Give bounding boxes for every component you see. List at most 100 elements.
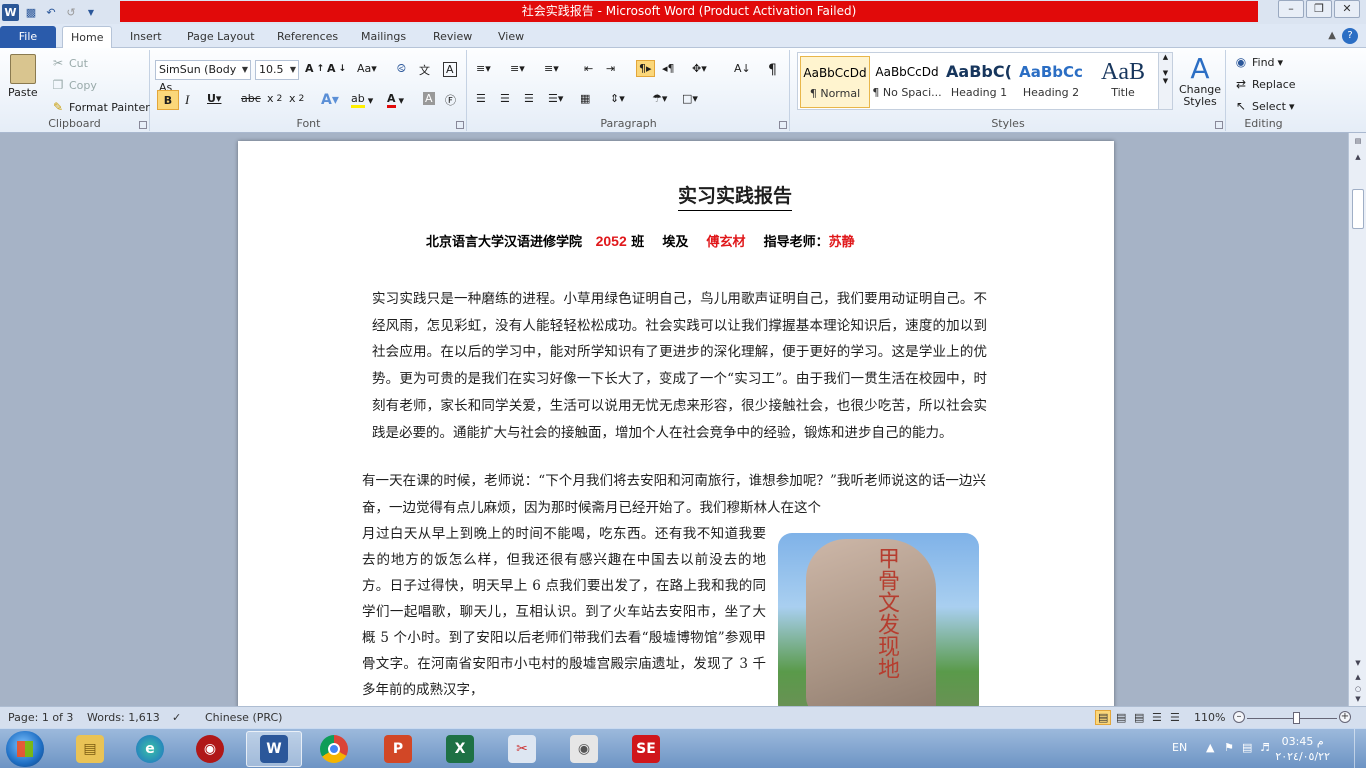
- start-button[interactable]: [6, 731, 44, 767]
- clock[interactable]: 03:45 م ٢٠٢٤/٠٥/٢٢: [1275, 734, 1330, 764]
- document-page[interactable]: 实习实践报告 北京语言大学汉语进修学院 2052 班 埃及 傅玄材 指导老师：苏…: [238, 141, 1114, 706]
- borders-icon[interactable]: □▾: [682, 92, 698, 105]
- ltr-direction-icon[interactable]: ¶▸: [636, 60, 655, 77]
- tab-references[interactable]: References: [269, 26, 346, 48]
- style-heading-2[interactable]: AaBbCc Heading 2: [1016, 56, 1086, 108]
- bold-button[interactable]: B: [157, 90, 179, 110]
- taskbar-chrome[interactable]: [306, 731, 362, 767]
- print-layout-view-icon[interactable]: ▤: [1095, 710, 1112, 725]
- zoom-out-icon[interactable]: –: [1233, 711, 1245, 723]
- decrease-indent-icon[interactable]: ⇤: [584, 62, 593, 75]
- increase-indent-icon[interactable]: ⇥: [606, 62, 615, 75]
- clear-format-icon[interactable]: ⧀: [397, 62, 406, 76]
- numbering-icon[interactable]: ≡▾: [510, 62, 525, 75]
- sort-icon[interactable]: A↓: [734, 62, 751, 75]
- taskbar-excel[interactable]: X: [432, 731, 488, 767]
- volume-icon[interactable]: ♬: [1260, 741, 1270, 754]
- rtl-direction-icon[interactable]: ◂¶: [662, 62, 675, 75]
- clipboard-launcher-icon[interactable]: [139, 121, 147, 129]
- change-styles-button[interactable]: A Change Styles: [1178, 54, 1222, 108]
- superscript-button[interactable]: x2: [289, 92, 304, 105]
- word-logo-icon[interactable]: W: [2, 3, 19, 21]
- styles-scroll[interactable]: ▲ ▼ ▼: [1158, 53, 1172, 109]
- taskbar-app-eye[interactable]: ◉: [182, 731, 238, 767]
- close-button[interactable]: ✕: [1334, 0, 1360, 18]
- font-color-icon[interactable]: A ▾: [387, 92, 404, 108]
- character-border-icon[interactable]: A: [443, 62, 457, 77]
- replace-button[interactable]: ⇄ Replace: [1233, 76, 1296, 92]
- next-page-icon[interactable]: ▼: [1352, 695, 1364, 705]
- font-name-select[interactable]: SimSun (Body As ▼: [155, 60, 251, 94]
- undo-icon[interactable]: ↶: [43, 4, 59, 20]
- align-left-icon[interactable]: ☰: [476, 92, 486, 105]
- underline-button[interactable]: U▾: [207, 92, 221, 105]
- paste-button[interactable]: Paste: [8, 54, 38, 99]
- proofing-icon[interactable]: ✓: [172, 711, 181, 724]
- tab-page-layout[interactable]: Page Layout: [179, 26, 263, 48]
- tab-mailings[interactable]: Mailings: [353, 26, 414, 48]
- redo-icon[interactable]: ↺: [63, 4, 79, 20]
- network-icon[interactable]: ▤: [1242, 741, 1252, 754]
- show-desktop-button[interactable]: [1354, 729, 1366, 768]
- browse-object-icon[interactable]: ○: [1352, 685, 1364, 695]
- highlight-icon[interactable]: ab ▾: [351, 92, 373, 108]
- taskbar-word[interactable]: W: [246, 731, 302, 767]
- text-effects-icon[interactable]: A▾: [321, 92, 339, 108]
- copy-button[interactable]: ❐ Copy: [50, 77, 97, 93]
- scroll-up-icon[interactable]: ▲: [1352, 153, 1364, 163]
- taskbar-edge[interactable]: e: [122, 731, 178, 767]
- minimize-button[interactable]: –: [1278, 0, 1304, 18]
- tab-view[interactable]: View: [490, 26, 532, 48]
- subscript-button[interactable]: x2: [267, 92, 282, 105]
- input-language[interactable]: EN: [1172, 741, 1187, 754]
- select-button[interactable]: ↖ Select ▾: [1233, 98, 1295, 114]
- vertical-scrollbar[interactable]: ▤ ▲ ▼ ▲ ○ ▼: [1348, 133, 1366, 706]
- paragraph-launcher-icon[interactable]: [779, 121, 787, 129]
- strikethrough-button[interactable]: abc: [241, 92, 261, 105]
- page-count[interactable]: Page: 1 of 3: [8, 711, 73, 724]
- help-icon[interactable]: ?: [1342, 28, 1358, 44]
- scroll-thumb[interactable]: [1352, 189, 1364, 229]
- taskbar-snipping[interactable]: ✂: [494, 731, 550, 767]
- chinese-layout-icon[interactable]: ✥▾: [692, 62, 707, 75]
- tab-home[interactable]: Home: [62, 26, 113, 48]
- customize-qat-icon[interactable]: ▼: [83, 4, 99, 20]
- tab-insert[interactable]: Insert: [122, 26, 170, 48]
- shading-icon[interactable]: ☂▾: [652, 92, 667, 105]
- change-case-button[interactable]: Aa▾: [357, 62, 377, 75]
- action-center-icon[interactable]: ⚑: [1224, 741, 1234, 754]
- style-normal[interactable]: AaBbCcDd ¶ Normal: [800, 56, 870, 108]
- multilevel-list-icon[interactable]: ≡▾: [544, 62, 559, 75]
- justify-icon[interactable]: ☰▾: [548, 92, 563, 105]
- restore-button[interactable]: ❐: [1306, 0, 1332, 18]
- grow-font-button[interactable]: A ↑: [305, 62, 324, 75]
- show-marks-icon[interactable]: ¶: [768, 62, 777, 78]
- previous-page-icon[interactable]: ▲: [1352, 673, 1364, 683]
- taskbar-explorer[interactable]: ▤: [62, 731, 118, 767]
- taskbar-powerpoint[interactable]: P: [370, 731, 426, 767]
- distributed-icon[interactable]: ▦: [580, 92, 590, 105]
- font-launcher-icon[interactable]: [456, 121, 464, 129]
- scroll-down-icon[interactable]: ▼: [1352, 659, 1364, 669]
- bullets-icon[interactable]: ≡▾: [476, 62, 491, 75]
- line-spacing-icon[interactable]: ⇕▾: [610, 92, 625, 105]
- align-center-icon[interactable]: ☰: [500, 92, 510, 105]
- zoom-slider[interactable]: – +: [1233, 711, 1351, 724]
- find-button[interactable]: ◉ Find ▾: [1233, 54, 1283, 70]
- word-count[interactable]: Words: 1,613: [87, 711, 160, 724]
- italic-button[interactable]: I: [185, 92, 189, 108]
- taskbar-camera[interactable]: ◉: [556, 731, 612, 767]
- font-size-select[interactable]: 10.5 ▼: [255, 60, 299, 80]
- format-painter-button[interactable]: ✎ Format Painter: [50, 99, 150, 115]
- tab-file[interactable]: File: [0, 26, 56, 48]
- shrink-font-button[interactable]: A ↓: [327, 62, 346, 75]
- outline-view-icon[interactable]: ☰: [1152, 711, 1162, 724]
- taskbar-se[interactable]: SE: [618, 731, 674, 767]
- style-title[interactable]: AaB Title: [1088, 56, 1158, 108]
- tab-review[interactable]: Review: [425, 26, 480, 48]
- ruler-toggle-icon[interactable]: ▤: [1352, 137, 1364, 147]
- enclose-characters-icon[interactable]: Ⓕ: [445, 92, 456, 108]
- language-status[interactable]: Chinese (PRC): [205, 711, 282, 724]
- zoom-level[interactable]: 110%: [1194, 711, 1225, 724]
- styles-launcher-icon[interactable]: [1215, 121, 1223, 129]
